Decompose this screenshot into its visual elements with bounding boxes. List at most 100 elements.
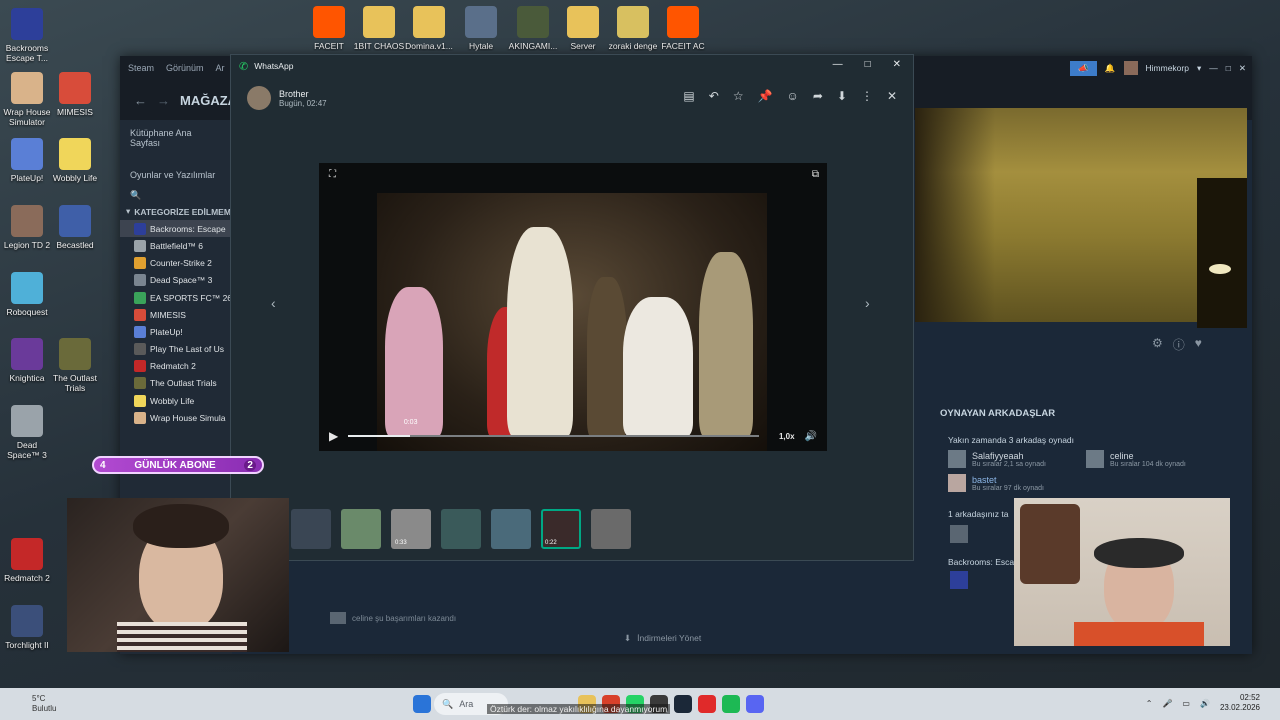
pop-out-icon[interactable]: ⧉ [812,169,819,180]
go-to-message-icon[interactable]: ▤ [683,89,694,103]
play-icon[interactable]: ▶ [329,429,338,443]
desktop-icon[interactable]: PlateUp! [0,138,54,183]
desktop-icon[interactable]: Backrooms Escape T... [0,8,54,63]
game-list-item[interactable]: Redmatch 2 [120,358,232,375]
network-icon[interactable]: ▭ [1182,699,1190,708]
game-list-item[interactable]: Dead Space™ 3 [120,272,232,289]
forward-arrow-icon[interactable]: → [157,93,170,108]
desktop-icon[interactable]: Dead Space™ 3 [0,405,54,460]
username[interactable]: Himmekorp [1146,63,1189,73]
discord-icon[interactable] [746,695,764,713]
library-filter[interactable]: Oyunlar ve Yazılımlar [120,162,232,188]
info-icon[interactable]: ⓘ [1173,336,1185,353]
steam-menu-view[interactable]: Görünüm [166,63,204,73]
desktop-icon[interactable]: MIMESIS [48,72,102,117]
star-icon[interactable]: ☆ [733,89,744,103]
tray-expand-icon[interactable]: ⌃ [1146,699,1153,708]
desktop-icon[interactable]: Domina.v1... [402,6,456,51]
minimize-icon[interactable]: — [833,59,843,70]
chevron-down-icon[interactable]: ▾ [1197,63,1201,74]
pin-icon[interactable]: 📌 [758,89,773,103]
close-icon[interactable]: ✕ [893,59,901,70]
desktop-icon[interactable]: Legion TD 2 [0,205,54,250]
volume-icon[interactable]: 🔊 [1200,699,1210,708]
desktop-icon[interactable]: The Outlast Trials [48,338,102,393]
desktop-icon[interactable]: FACEIT AC [656,6,710,51]
clock[interactable]: 02:52 23.02.2026 [1220,693,1260,713]
game-list-item[interactable]: Wobbly Life [120,392,232,409]
reply-icon[interactable]: ↶ [709,89,719,103]
desktop-icon[interactable]: Knightica [0,338,54,383]
game-list-item[interactable]: Counter-Strike 2 [120,255,232,272]
close-viewer-icon[interactable]: ✕ [887,89,897,103]
friend-avatar-small[interactable] [950,525,968,543]
desktop-icon[interactable]: Redmatch 2 [0,538,54,583]
playback-speed[interactable]: 1,0x [779,432,795,441]
minimize-icon[interactable]: — [1209,63,1218,73]
media-thumbnail[interactable] [591,509,631,549]
steam-menu-steam[interactable]: Steam [128,63,154,73]
download-icon[interactable]: ⬇ [837,89,847,103]
contact-avatar[interactable] [247,86,271,110]
announcement-button[interactable]: 📣 [1070,60,1097,76]
next-media-arrow[interactable]: › [865,295,870,311]
friend-entry[interactable]: Salafiyyeaah Bu sıralar 2,1 sa oynadı [948,447,1086,471]
category-header[interactable]: ▾ KATEGORİZE EDİLMEMİŞ [120,203,232,220]
game-list-item[interactable]: Wrap House Simula [120,409,232,426]
weather-widget[interactable]: 5°C Bulutlu [32,694,56,714]
opera-icon[interactable] [698,695,716,713]
media-thumbnail[interactable] [341,509,381,549]
friend-entry[interactable]: celine Bu sıralar 104 dk oynadı [1086,447,1236,471]
game-list-item[interactable]: EA SPORTS FC™ 26 [120,289,232,306]
video-player[interactable]: ⛶ ⧉ ▶ 0:03 1,0x 🔊 [319,163,827,451]
close-icon[interactable]: ✕ [1239,63,1246,74]
previous-media-arrow[interactable]: ‹ [271,295,276,311]
game-list-item[interactable]: PlateUp! [120,323,232,340]
video-seekbar[interactable]: 0:03 [348,419,759,437]
game-list-item[interactable]: The Outlast Trials [120,375,232,392]
favorite-heart-icon[interactable]: ♥ [1195,336,1202,353]
desktop-icon[interactable]: Roboquest [0,272,54,317]
spotify-icon[interactable] [722,695,740,713]
manage-downloads[interactable]: ⬇ İndirmeleri Yönet [624,633,701,644]
game-list-item[interactable]: Backrooms: Escape [120,220,232,238]
desktop-icon[interactable]: Hytale Launcher [454,6,508,51]
desktop-icon[interactable]: 1BIT CHAOS (AMINAT) [352,6,406,51]
maximize-icon[interactable]: □ [1226,63,1231,73]
start-windows-icon[interactable] [413,695,431,713]
library-search-icon[interactable]: 🔍 [120,188,232,203]
friend-entry[interactable]: bastet Bu sıralar 97 dk oynadı [948,471,1086,495]
settings-gear-icon[interactable]: ⚙ [1152,336,1163,353]
back-arrow-icon[interactable]: ← [134,93,147,108]
game-list-item[interactable]: MIMESIS [120,306,232,323]
store-tab[interactable]: MAĞAZA [180,93,237,108]
library-home-link[interactable]: Kütüphane Ana Sayfası [120,120,232,156]
desktop-icon[interactable]: Wrap House Simulator [0,72,54,127]
desktop-icon[interactable]: Server [556,6,610,51]
volume-icon[interactable]: 🔊 [805,431,817,442]
media-thumbnail[interactable] [441,509,481,549]
desktop-icon[interactable]: AKINGAMI... [506,6,560,51]
desktop-icon[interactable]: Becastled [48,205,102,250]
desktop-icon[interactable]: zoraki denge [606,6,660,51]
desktop-icon[interactable]: FACEIT [302,6,356,51]
desktop-icon[interactable]: Torchlight II [0,605,54,650]
notification-bell-icon[interactable]: 🔔 [1105,63,1116,74]
desktop-icon[interactable]: Wobbly Life [48,138,102,183]
microphone-icon[interactable]: 🎤 [1162,699,1172,708]
user-avatar[interactable] [1123,61,1138,75]
media-thumbnail[interactable]: 0:33 [391,509,431,549]
fullscreen-icon[interactable]: ⛶ [329,169,336,180]
maximize-icon[interactable]: □ [865,59,871,70]
steam-taskbar-icon[interactable] [674,695,692,713]
game-list-item[interactable]: Play The Last of Us [120,341,232,358]
emoji-react-icon[interactable]: ☺ [787,89,799,103]
media-thumbnail[interactable] [291,509,331,549]
game-list-item[interactable]: Battlefield™ 6 [120,237,232,254]
media-thumbnail[interactable] [491,509,531,549]
contact-name[interactable]: Brother [279,89,327,99]
forward-icon[interactable]: ➦ [813,89,823,103]
media-thumbnail[interactable]: 0:22 [541,509,581,549]
more-options-icon[interactable]: ⋮ [861,89,873,103]
steam-menu-more[interactable]: Ar [216,63,225,73]
